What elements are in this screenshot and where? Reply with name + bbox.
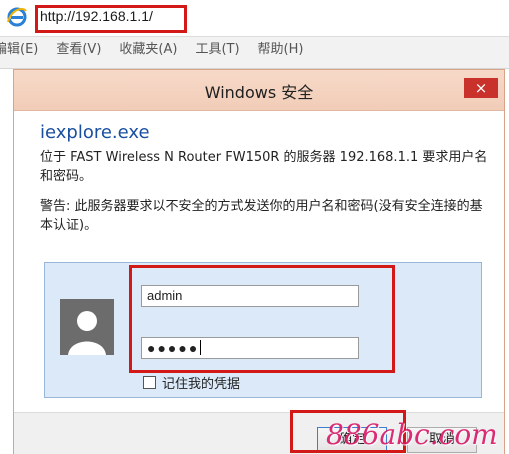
remember-credentials-row[interactable]: 记住我的凭据 <box>143 373 240 392</box>
remember-checkbox[interactable] <box>143 376 156 389</box>
user-avatar-icon <box>60 299 114 355</box>
warning-message: 警告: 此服务器要求以不安全的方式发送你的用户名和密码(没有安全连接的基本认证)… <box>40 199 483 233</box>
password-input[interactable]: ●●●●● <box>141 337 359 359</box>
username-input[interactable]: admin <box>141 285 359 307</box>
menu-bar: 编辑(E) 查看(V) 收藏夹(A) 工具(T) 帮助(H) <box>0 38 509 62</box>
url-highlight-box <box>35 5 187 33</box>
server-message: 位于 FAST Wireless N Router FW150R 的服务器 19… <box>40 150 488 184</box>
dialog-titlebar[interactable]: Windows 安全 × <box>14 70 504 111</box>
remember-label: 记住我的凭据 <box>162 377 241 392</box>
menu-tools[interactable]: 工具(T) <box>195 38 239 62</box>
app-name: iexplore.exe <box>40 122 150 143</box>
password-mask: ●●●●● <box>147 340 200 356</box>
menu-view[interactable]: 查看(V) <box>56 38 101 62</box>
ie-logo-icon <box>7 7 27 27</box>
menu-favorites[interactable]: 收藏夹(A) <box>119 38 177 62</box>
credentials-panel: admin ●●●●● 记住我的凭据 <box>44 262 482 398</box>
dialog-title: Windows 安全 <box>204 83 314 102</box>
text-caret <box>200 340 202 355</box>
browser-chrome: http://192.168.1.1/ 编辑(E) 查看(V) 收藏夹(A) 工… <box>0 0 509 69</box>
site-watermark: 886abc.com <box>326 418 498 451</box>
menu-help[interactable]: 帮助(H) <box>258 38 304 62</box>
close-button[interactable]: × <box>464 78 498 98</box>
windows-security-dialog: Windows 安全 × iexplore.exe 位于 FAST Wirele… <box>14 70 504 454</box>
menu-edit[interactable]: 编辑(E) <box>0 38 38 62</box>
